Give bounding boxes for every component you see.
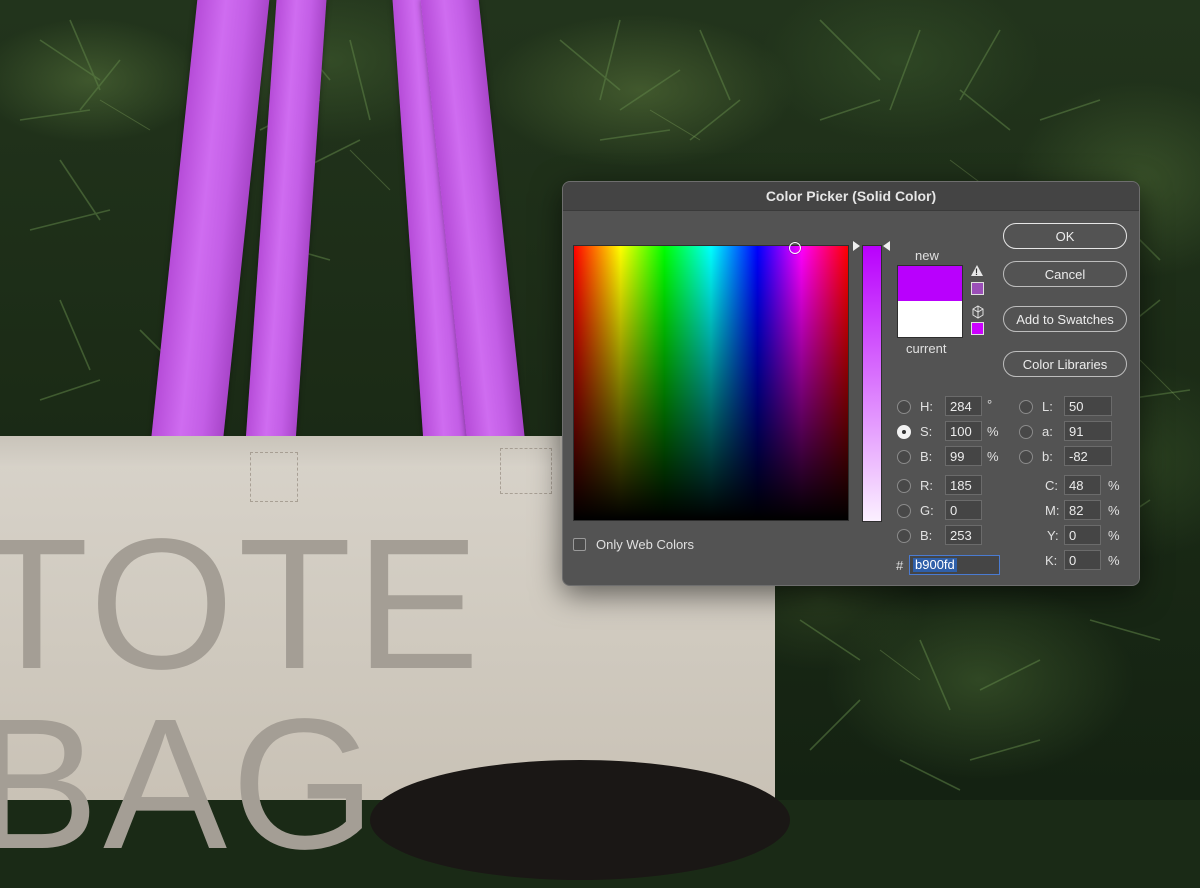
- c-unit: %: [1108, 478, 1120, 493]
- s-label: S:: [920, 424, 933, 439]
- k-input[interactable]: 0: [1064, 550, 1101, 570]
- color-picker-dialog: Color Picker (Solid Color) new current !…: [562, 181, 1140, 586]
- bag-dark-shape: [370, 760, 790, 880]
- radio-r[interactable]: [897, 479, 911, 493]
- color-field-cursor[interactable]: [789, 242, 801, 254]
- m-input[interactable]: 82: [1064, 500, 1101, 520]
- current-label: current: [906, 341, 947, 356]
- c-input[interactable]: 48: [1064, 475, 1101, 495]
- websafe-cube-icon[interactable]: [971, 305, 985, 319]
- brightness-label: B:: [920, 449, 933, 464]
- k-label: K:: [1045, 553, 1058, 568]
- y-unit: %: [1108, 528, 1120, 543]
- g-input[interactable]: 0: [945, 500, 982, 520]
- cancel-button[interactable]: Cancel: [1003, 261, 1127, 287]
- new-color-swatch: [897, 265, 963, 302]
- blue-label: B:: [920, 528, 933, 543]
- y-label: Y:: [1047, 528, 1059, 543]
- h-unit: °: [987, 397, 993, 412]
- add-to-swatches-button[interactable]: Add to Swatches: [1003, 306, 1127, 332]
- gamut-warning-mark: !: [975, 267, 978, 277]
- slider-handle-right-icon[interactable]: [883, 241, 890, 251]
- r-label: R:: [920, 478, 933, 493]
- gamut-correction-swatch[interactable]: [971, 282, 984, 295]
- c-label: C:: [1045, 478, 1058, 493]
- dialog-title[interactable]: Color Picker (Solid Color): [563, 182, 1139, 211]
- l-label: L:: [1042, 399, 1053, 414]
- m-unit: %: [1108, 503, 1120, 518]
- k-unit: %: [1108, 553, 1120, 568]
- bag-print-line1: TOTE: [0, 501, 484, 708]
- g-label: G:: [920, 503, 934, 518]
- color-libraries-button[interactable]: Color Libraries: [1003, 351, 1127, 377]
- current-color-swatch[interactable]: [897, 301, 963, 338]
- hex-value: b900fd: [913, 557, 957, 572]
- hex-label: #: [896, 558, 904, 573]
- radio-h[interactable]: [897, 400, 911, 414]
- radio-a[interactable]: [1019, 425, 1033, 439]
- new-label: new: [915, 248, 939, 263]
- color-slider[interactable]: [862, 245, 882, 522]
- radio-l[interactable]: [1019, 400, 1033, 414]
- s-unit: %: [987, 424, 999, 439]
- lab-b-label: b:: [1042, 449, 1053, 464]
- color-field[interactable]: [573, 242, 849, 521]
- color-field-brightness-gradient: [574, 246, 848, 520]
- l-input[interactable]: 50: [1064, 396, 1112, 416]
- radio-blue[interactable]: [897, 529, 911, 543]
- only-web-colors-label[interactable]: Only Web Colors: [596, 537, 694, 552]
- radio-brightness[interactable]: [897, 450, 911, 464]
- bag-stitch-left: [250, 452, 298, 502]
- radio-s[interactable]: [897, 425, 911, 439]
- h-label: H:: [920, 399, 933, 414]
- s-input[interactable]: 100: [945, 421, 982, 441]
- brightness-input[interactable]: 99: [945, 446, 982, 466]
- blue-input[interactable]: 253: [945, 525, 982, 545]
- lab-b-input[interactable]: -82: [1064, 446, 1112, 466]
- a-label: a:: [1042, 424, 1053, 439]
- ok-button[interactable]: OK: [1003, 223, 1127, 249]
- r-input[interactable]: 185: [945, 475, 982, 495]
- bag-stitch-right: [500, 448, 552, 494]
- m-label: M:: [1045, 503, 1060, 518]
- only-web-colors-checkbox[interactable]: [573, 538, 586, 551]
- hex-input[interactable]: b900fd: [909, 555, 1000, 575]
- slider-handle-left-icon[interactable]: [853, 241, 860, 251]
- radio-lab-b[interactable]: [1019, 450, 1033, 464]
- y-input[interactable]: 0: [1064, 525, 1101, 545]
- radio-g[interactable]: [897, 504, 911, 518]
- h-input[interactable]: 284: [945, 396, 982, 416]
- a-input[interactable]: 91: [1064, 421, 1112, 441]
- websafe-correction-swatch[interactable]: [971, 322, 984, 335]
- brightness-unit: %: [987, 449, 999, 464]
